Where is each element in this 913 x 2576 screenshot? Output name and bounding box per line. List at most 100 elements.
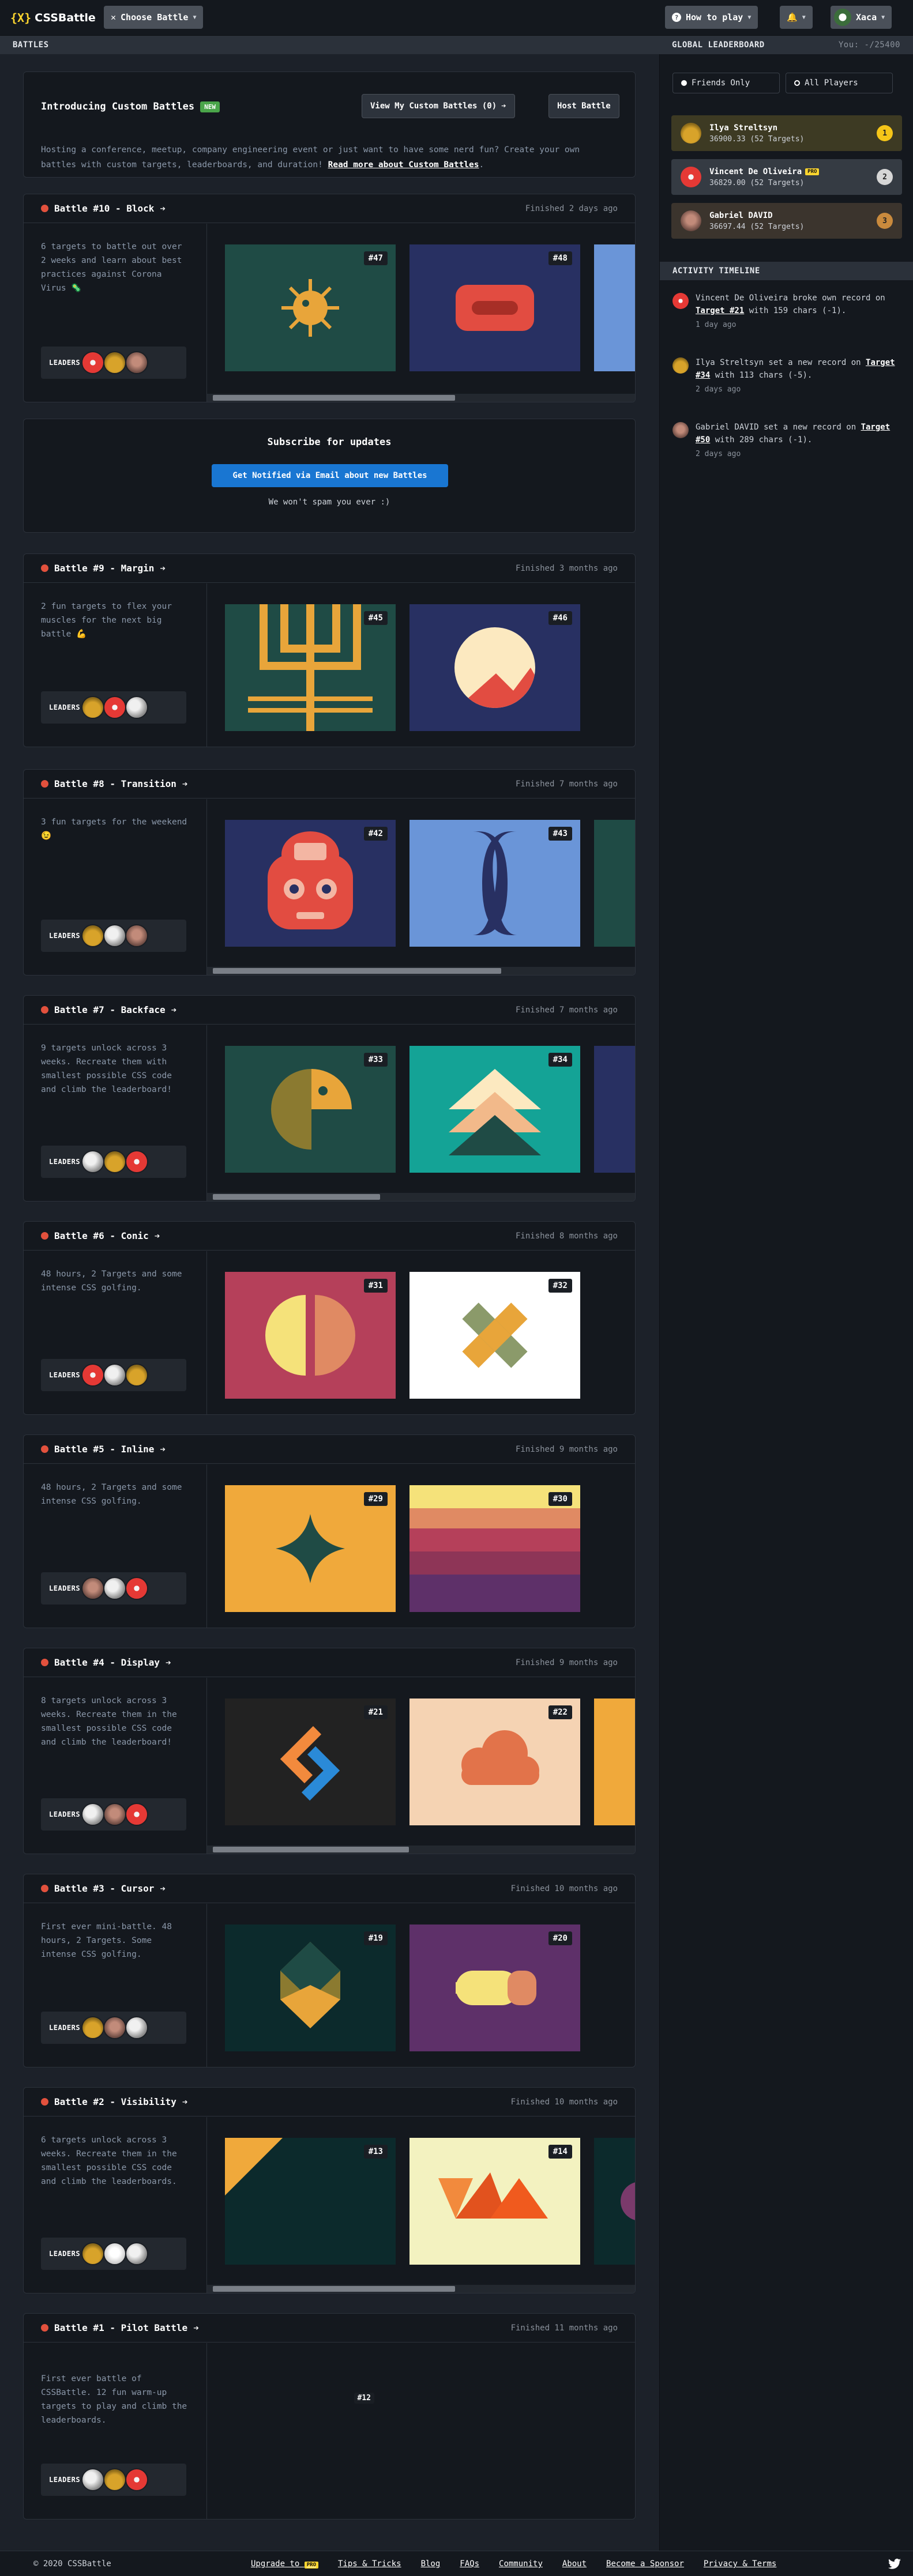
leader-avatar[interactable]: [103, 1803, 127, 1826]
targets-scrollbar[interactable]: [207, 967, 635, 975]
leader-avatar[interactable]: [81, 351, 105, 374]
target-thumbnail[interactable]: #22: [409, 1698, 580, 1825]
leader-avatar[interactable]: [125, 1803, 149, 1826]
target-thumbnail[interactable]: #33: [225, 1046, 396, 1173]
target-thumbnail[interactable]: #30: [409, 1485, 580, 1612]
twitter-icon[interactable]: [888, 2558, 901, 2570]
battle-title-link[interactable]: Battle #8 - Transition ➔: [41, 778, 188, 789]
leader-avatar[interactable]: [103, 351, 127, 374]
battle-title-link[interactable]: Battle #7 - Backface ➔: [41, 1004, 176, 1015]
target-thumbnail[interactable]: #12: [207, 2393, 374, 2405]
how-to-play-button[interactable]: ? How to play ▼: [665, 6, 758, 29]
battle-title-link[interactable]: Battle #9 - Margin ➔: [41, 563, 166, 574]
leader-avatar[interactable]: [125, 2242, 149, 2265]
target-thumbnail[interactable]: #31: [225, 1272, 396, 1399]
target-thumbnail[interactable]: [594, 1698, 635, 1825]
leader-avatar[interactable]: [103, 2242, 127, 2265]
target-thumbnail[interactable]: #21: [225, 1698, 396, 1825]
notify-email-button[interactable]: Get Notified via Email about new Battles: [212, 464, 448, 487]
scrollbar-thumb[interactable]: [213, 968, 501, 974]
leader-avatar[interactable]: [81, 2242, 105, 2265]
leader-avatar[interactable]: [81, 1577, 105, 1600]
leader-avatar[interactable]: [81, 2468, 105, 2491]
filter-friends-only[interactable]: Friends Only: [672, 73, 780, 93]
leaderboard-row[interactable]: Gabriel DAVID 36697.44 (52 Targets) 3: [671, 203, 902, 239]
leader-avatar[interactable]: [125, 2016, 149, 2039]
leader-avatar[interactable]: [103, 696, 127, 719]
targets-scrollbar[interactable]: [207, 394, 635, 402]
pro-badge: PRO: [805, 168, 820, 175]
target-thumbnail[interactable]: #45: [225, 604, 396, 731]
blog-link[interactable]: Blog: [421, 2559, 441, 2569]
leader-avatar[interactable]: [125, 1577, 149, 1600]
target-thumbnail[interactable]: #20: [409, 1925, 580, 2051]
leader-avatar[interactable]: [81, 696, 105, 719]
user-menu-button[interactable]: Xaca ▼: [831, 6, 892, 29]
target-thumbnail[interactable]: #47: [225, 244, 396, 371]
leader-avatar[interactable]: [81, 924, 105, 947]
scrollbar-thumb[interactable]: [213, 1194, 380, 1200]
tips-link[interactable]: Tips & Tricks: [338, 2559, 401, 2569]
host-battle-button[interactable]: Host Battle: [548, 94, 619, 118]
faqs-link[interactable]: FAQs: [460, 2559, 479, 2569]
target-thumbnail[interactable]: [594, 820, 635, 947]
choose-battle-button[interactable]: ✕ Choose Battle ▼: [104, 6, 204, 29]
view-custom-battles-button[interactable]: View My Custom Battles (0) ➔: [362, 94, 515, 118]
leader-avatar[interactable]: [125, 351, 149, 374]
battle-title-link[interactable]: Battle #6 - Conic ➔: [41, 1230, 160, 1241]
target-thumbnail[interactable]: #34: [409, 1046, 580, 1173]
target-thumbnail[interactable]: #29: [225, 1485, 396, 1612]
notifications-button[interactable]: 🔔 ▼: [780, 6, 813, 29]
about-link[interactable]: About: [562, 2559, 587, 2569]
scrollbar-thumb[interactable]: [213, 395, 455, 401]
logo[interactable]: {X} CSSBattle: [10, 9, 96, 27]
target-thumbnail[interactable]: #42: [225, 820, 396, 947]
leader-avatar[interactable]: [125, 924, 149, 947]
targets-scrollbar[interactable]: [207, 2285, 635, 2293]
battle-title-link[interactable]: Battle #4 - Display ➔: [41, 1657, 171, 1668]
privacy-link[interactable]: Privacy & Terms: [704, 2559, 776, 2569]
leader-avatar[interactable]: [81, 1150, 105, 1173]
target-thumbnail[interactable]: #19: [225, 1925, 396, 2051]
filter-all-players[interactable]: All Players: [786, 73, 893, 93]
battle-title-link[interactable]: Battle #5 - Inline ➔: [41, 1444, 166, 1455]
leader-avatar[interactable]: [81, 2016, 105, 2039]
leader-avatar[interactable]: [103, 2016, 127, 2039]
scrollbar-thumb[interactable]: [213, 1847, 409, 1852]
leaderboard-row[interactable]: Vincent De Oliveira PRO 36829.00 (52 Targ…: [671, 159, 902, 195]
leader-avatar[interactable]: [103, 924, 127, 947]
scrollbar-thumb[interactable]: [213, 2286, 455, 2292]
leader-avatar[interactable]: [125, 2468, 149, 2491]
target-thumbnail[interactable]: #48: [409, 244, 580, 371]
community-link[interactable]: Community: [499, 2559, 543, 2569]
leader-avatar[interactable]: [125, 1364, 149, 1387]
leader-avatar[interactable]: [103, 1577, 127, 1600]
battle-title-link[interactable]: Battle #10 - Block ➔: [41, 203, 166, 214]
upgrade-link[interactable]: Upgrade to PRO: [251, 2559, 318, 2569]
targets-strip: #19 #20: [225, 1925, 635, 2051]
leader-avatar[interactable]: [81, 1803, 105, 1826]
battle-title-link[interactable]: Battle #1 - Pilot Battle ➔: [41, 2322, 199, 2333]
target-thumbnail[interactable]: [594, 1046, 635, 1173]
leader-avatar[interactable]: [103, 1364, 127, 1387]
leader-avatar[interactable]: [81, 1364, 105, 1387]
leader-avatar[interactable]: [125, 1150, 149, 1173]
battle-title-link[interactable]: Battle #3 - Cursor ➔: [41, 1883, 166, 1894]
leader-avatar[interactable]: [125, 696, 149, 719]
target-thumbnail[interactable]: #13: [225, 2138, 396, 2265]
battle-title-link[interactable]: Battle #2 - Visibility ➔: [41, 2096, 188, 2107]
target-thumbnail[interactable]: #32: [409, 1272, 580, 1399]
target-thumbnail[interactable]: [594, 2138, 635, 2265]
target-thumbnail[interactable]: #46: [409, 604, 580, 731]
read-more-link[interactable]: Read more about Custom Battles: [328, 160, 479, 170]
leader-avatar[interactable]: [103, 1150, 127, 1173]
targets-scrollbar[interactable]: [207, 1846, 635, 1854]
target-link[interactable]: Target #21: [696, 306, 744, 315]
leaderboard-row[interactable]: Ilya Streltsyn 36900.33 (52 Targets) 1: [671, 115, 902, 151]
sponsor-link[interactable]: Become a Sponsor: [606, 2559, 684, 2569]
target-thumbnail[interactable]: #14: [409, 2138, 580, 2265]
targets-scrollbar[interactable]: [207, 1193, 635, 1201]
target-thumbnail[interactable]: [594, 244, 635, 371]
target-thumbnail[interactable]: #43: [409, 820, 580, 947]
leader-avatar[interactable]: [103, 2468, 127, 2491]
